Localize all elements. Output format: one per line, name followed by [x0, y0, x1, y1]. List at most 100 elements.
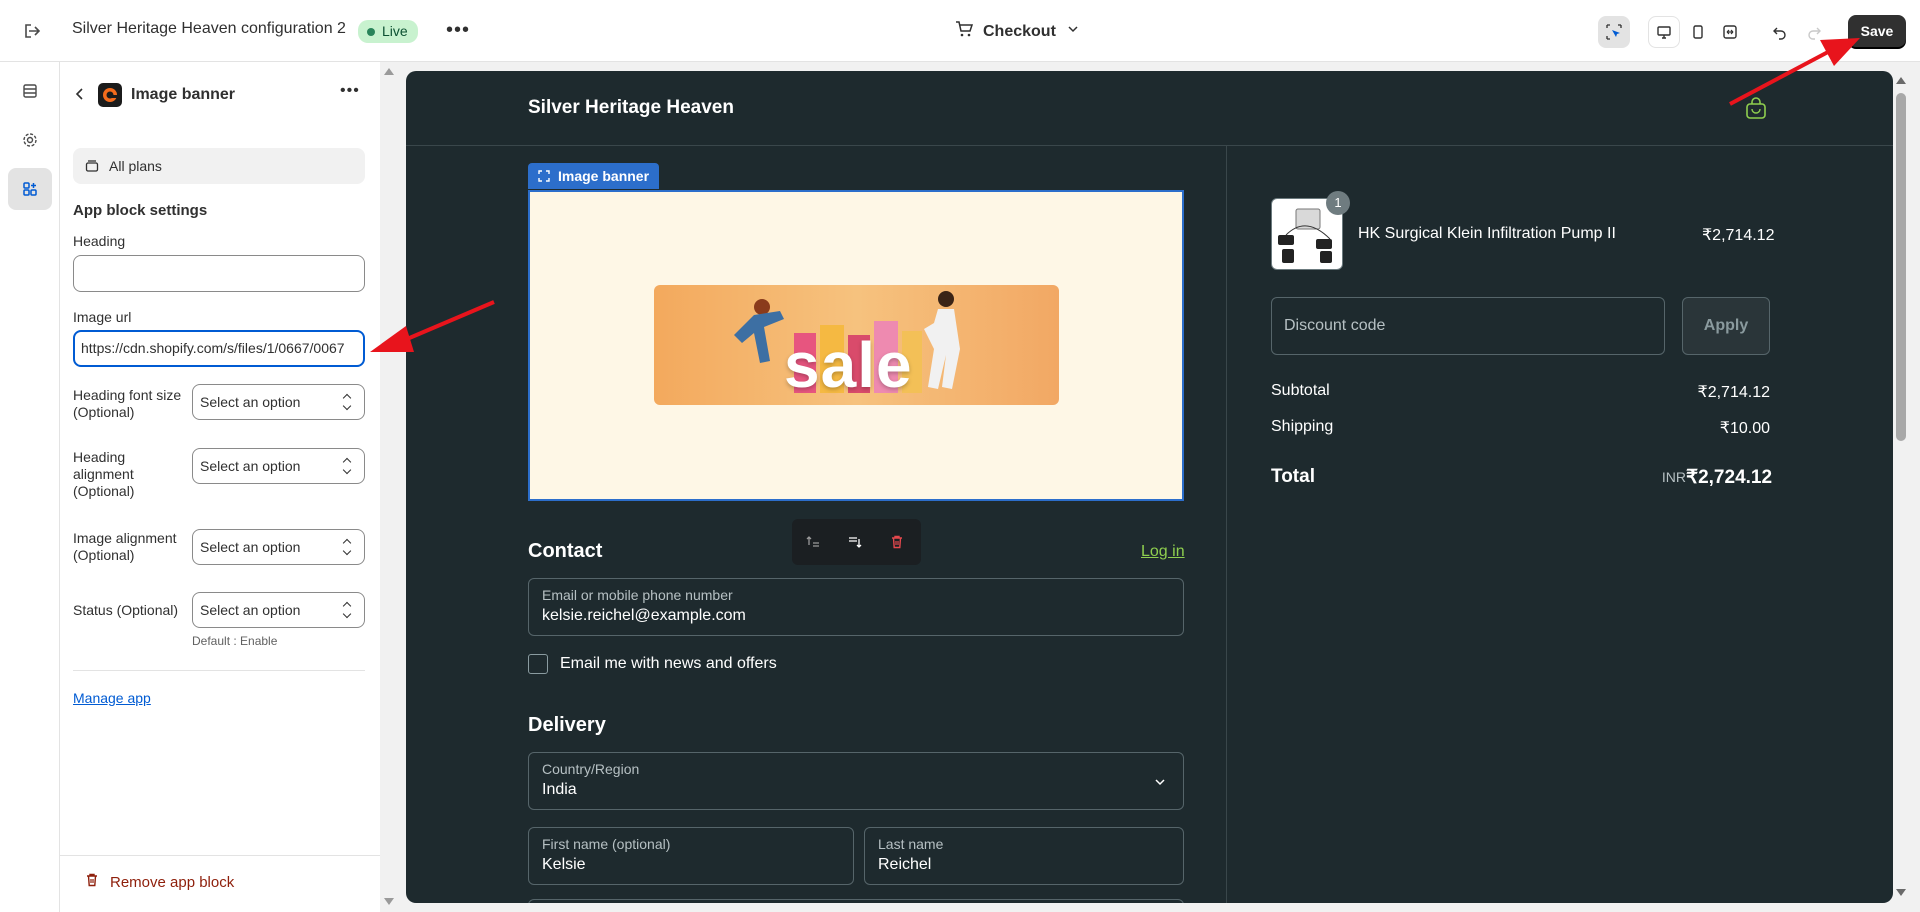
heading-font-size-label: Heading font size (Optional) — [73, 387, 181, 421]
product-name: HK Surgical Klein Infiltration Pump II — [1358, 225, 1616, 242]
sale-banner-image: sale — [654, 285, 1059, 405]
undo-icon[interactable] — [1764, 16, 1796, 48]
left-rail — [0, 62, 60, 912]
heading-font-size-select[interactable]: Select an option — [192, 384, 365, 420]
section-title: App block settings — [73, 202, 208, 219]
total-label: Total — [1271, 466, 1315, 487]
label-line: Image alignment — [73, 530, 177, 546]
heading-alignment-label: Heading alignment (Optional) — [73, 449, 134, 500]
sections-icon[interactable] — [8, 70, 52, 112]
image-url-label: Image url — [73, 309, 132, 325]
divider — [73, 670, 365, 671]
apps-icon[interactable] — [8, 168, 52, 210]
all-plans-badge[interactable]: All plans — [73, 148, 365, 184]
image-alignment-label: Image alignment (Optional) — [73, 530, 177, 564]
subtotal-label: Subtotal — [1271, 382, 1330, 399]
next-field[interactable] — [528, 899, 1184, 903]
email-field-label: Email or mobile phone number — [542, 587, 733, 603]
subtotal-value: ₹2,714.12 — [1697, 384, 1770, 401]
status-select[interactable]: Select an option — [192, 592, 365, 628]
login-link[interactable]: Log in — [1141, 543, 1185, 561]
status-label: Status (Optional) — [73, 602, 179, 618]
all-plans-label: All plans — [109, 158, 162, 174]
scrollbar-thumb[interactable] — [1896, 93, 1906, 441]
remove-app-block-label: Remove app block — [110, 873, 235, 891]
first-name-label: First name (optional) — [542, 836, 671, 852]
image-banner-tag: Image banner — [528, 163, 660, 190]
label-line: alignment — [73, 466, 134, 482]
theme-title: Silver Heritage Heaven configuration 2 — [72, 20, 346, 37]
live-badge: Live — [358, 20, 418, 43]
more-icon[interactable]: ••• — [446, 19, 470, 42]
header-divider — [406, 145, 1893, 146]
heading-input[interactable] — [73, 255, 365, 292]
last-name-label: Last name — [878, 836, 944, 852]
store-name[interactable]: Silver Heritage Heaven — [528, 97, 734, 119]
chevron-down-icon — [1066, 22, 1080, 41]
inspector-icon — [538, 163, 550, 190]
label-line: Heading font size — [73, 387, 182, 403]
newsletter-label: Email me with news and offers — [560, 655, 777, 672]
mobile-icon[interactable] — [1682, 16, 1714, 48]
save-button[interactable]: Save — [1848, 15, 1906, 47]
divider — [60, 855, 380, 856]
move-up-icon[interactable] — [802, 531, 824, 553]
heading-alignment-select[interactable]: Select an option — [192, 448, 365, 484]
newsletter-checkbox[interactable] — [528, 654, 548, 674]
block-title: Image banner — [131, 86, 236, 103]
country-value: India — [542, 781, 577, 798]
label-line: (Optional) — [73, 483, 135, 499]
status-hint: Default : Enable — [192, 634, 278, 648]
more-icon[interactable]: ••• — [340, 82, 360, 100]
country-select[interactable]: Country/Region India — [528, 752, 1184, 810]
panel-scrollbar[interactable] — [380, 62, 396, 912]
discount-code-input[interactable]: Discount code — [1271, 297, 1665, 355]
first-name-field[interactable]: First name (optional) Kelsie — [528, 827, 854, 885]
scroll-down-arrow[interactable] — [1896, 889, 1906, 896]
inspector-icon[interactable] — [1598, 16, 1630, 48]
move-down-icon[interactable] — [844, 531, 866, 553]
chevron-down-icon — [1153, 775, 1167, 794]
heading-label: Heading — [73, 233, 126, 249]
image-url-input[interactable]: https://cdn.shopify.com/s/files/1/0667/0… — [73, 330, 365, 367]
country-label: Country/Region — [542, 761, 640, 777]
gear-icon[interactable] — [8, 119, 52, 161]
trash-icon[interactable] — [886, 531, 908, 553]
total-value: ₹2,724.12 — [1686, 467, 1773, 488]
quantity-badge: 1 — [1326, 191, 1350, 215]
remove-app-block-button[interactable]: Remove app block — [84, 872, 234, 892]
apply-button[interactable]: Apply — [1682, 297, 1770, 355]
label-line: (Optional) — [73, 547, 135, 563]
exit-icon[interactable] — [18, 18, 44, 44]
manage-app-link[interactable]: Manage app — [73, 690, 151, 706]
scroll-up-arrow[interactable] — [384, 68, 394, 75]
back-icon[interactable] — [72, 86, 88, 107]
label-line: Heading — [73, 449, 126, 465]
email-field[interactable]: Email or mobile phone number kelsie.reic… — [528, 578, 1184, 636]
top-bar: Silver Heritage Heaven configuration 2 L… — [0, 0, 1920, 62]
scroll-up-arrow[interactable] — [1896, 77, 1906, 84]
app-logo-icon — [98, 83, 122, 107]
contact-heading: Contact — [528, 540, 603, 562]
image-alignment-select[interactable]: Select an option — [192, 529, 365, 565]
trash-icon — [84, 872, 100, 892]
fullwidth-icon[interactable] — [1714, 16, 1746, 48]
desktop-icon[interactable] — [1648, 16, 1680, 48]
product-price: ₹2,714.12 — [1702, 227, 1775, 244]
shipping-value: ₹10.00 — [1719, 420, 1770, 437]
redo-icon[interactable] — [1798, 16, 1830, 48]
last-name-field[interactable]: Last name Reichel — [864, 827, 1184, 885]
preview-scrollbar[interactable] — [1893, 71, 1909, 903]
block-toolbar — [792, 519, 921, 565]
shipping-label: Shipping — [1271, 418, 1334, 435]
cart-icon — [955, 20, 974, 43]
plans-icon — [85, 148, 99, 186]
page-selector[interactable]: Checkout — [955, 20, 1080, 43]
last-name-value: Reichel — [878, 856, 932, 873]
first-name-value: Kelsie — [542, 856, 586, 873]
image-banner[interactable]: sale — [528, 190, 1184, 501]
email-field-value: kelsie.reichel@example.com — [542, 607, 746, 624]
scroll-down-arrow[interactable] — [384, 898, 394, 905]
bag-icon[interactable] — [1745, 96, 1767, 125]
settings-panel: Image banner ••• All plans App block set… — [60, 62, 380, 912]
